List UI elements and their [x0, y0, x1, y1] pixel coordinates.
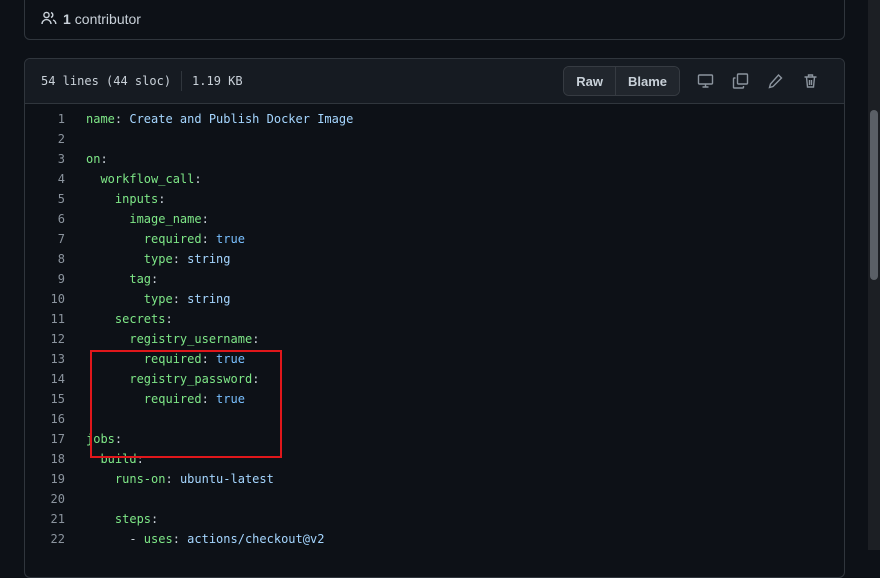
trash-icon[interactable] [793, 73, 828, 89]
code-line: 18 build: [25, 449, 844, 469]
line-number[interactable]: 2 [25, 129, 86, 149]
code-line: 10 type: string [25, 289, 844, 309]
file-toolbar [688, 73, 828, 89]
code-line: 4 workflow_call: [25, 169, 844, 189]
line-number[interactable]: 21 [25, 509, 86, 529]
line-content: tag: [129, 272, 159, 286]
contributor-label: contributor [74, 11, 141, 27]
line-content: inputs: [114, 192, 166, 206]
line-content: type: string [143, 252, 231, 266]
line-content: workflow_call: [100, 172, 202, 186]
line-content: required: true [143, 352, 245, 366]
line-number[interactable]: 13 [25, 349, 86, 369]
raw-button[interactable]: Raw [564, 67, 615, 95]
line-content: name: Create and Publish Docker Image [86, 112, 354, 126]
line-number[interactable]: 14 [25, 369, 86, 389]
people-icon [41, 10, 63, 29]
code-line: 19 runs-on: ubuntu-latest [25, 469, 844, 489]
line-number[interactable]: 22 [25, 529, 86, 549]
scrollbar-thumb[interactable] [870, 110, 878, 280]
line-number[interactable]: 18 [25, 449, 86, 469]
code-line: 11 secrets: [25, 309, 844, 329]
desktop-icon[interactable] [688, 73, 723, 89]
code-line: 20 [25, 489, 844, 509]
line-content: secrets: [114, 312, 173, 326]
line-content: required: true [143, 232, 245, 246]
line-number[interactable]: 7 [25, 229, 86, 249]
pencil-icon[interactable] [758, 73, 793, 89]
code-line: 9 tag: [25, 269, 844, 289]
code-line: 13 required: true [25, 349, 844, 369]
line-number[interactable]: 15 [25, 389, 86, 409]
line-number[interactable]: 20 [25, 489, 86, 509]
line-number[interactable]: 11 [25, 309, 86, 329]
blame-button[interactable]: Blame [614, 67, 679, 95]
file-lines-info: 54 lines (44 sloc) [41, 74, 172, 88]
code-line: 6 image_name: [25, 209, 844, 229]
code-line: 14 registry_password: [25, 369, 844, 389]
code-line: 21 steps: [25, 509, 844, 529]
file-header: 54 lines (44 sloc) 1.19 KB Raw Blame [25, 59, 844, 104]
contributors-bar[interactable]: 1 contributor [24, 0, 845, 40]
line-number[interactable]: 3 [25, 149, 86, 169]
line-number[interactable]: 9 [25, 269, 86, 289]
line-content: image_name: [129, 212, 209, 226]
code-area: 1 name: Create and Publish Docker Image 2 3… [25, 104, 844, 549]
code-line: 7 required: true [25, 229, 844, 249]
line-number[interactable]: 8 [25, 249, 86, 269]
line-content: runs-on: ubuntu-latest [114, 472, 274, 486]
line-content: build: [100, 452, 144, 466]
line-number[interactable]: 1 [25, 109, 86, 129]
scrollbar[interactable] [868, 0, 880, 550]
line-content: on: [86, 152, 108, 166]
code-line: 17 jobs: [25, 429, 844, 449]
code-line: 5 inputs: [25, 189, 844, 209]
line-number[interactable]: 4 [25, 169, 86, 189]
line-content: jobs: [86, 432, 123, 446]
file-size: 1.19 KB [192, 74, 243, 88]
code-line: 15 required: true [25, 389, 844, 409]
file-viewer: 54 lines (44 sloc) 1.19 KB Raw Blame 1 n… [24, 58, 845, 578]
code-line: 8 type: string [25, 249, 844, 269]
contributor-count: 1 [63, 11, 71, 27]
line-number[interactable]: 12 [25, 329, 86, 349]
line-content: required: true [143, 392, 245, 406]
line-number[interactable]: 16 [25, 409, 86, 429]
code-line: 12 registry_username: [25, 329, 844, 349]
line-number[interactable]: 17 [25, 429, 86, 449]
divider [181, 71, 183, 91]
line-number[interactable]: 19 [25, 469, 86, 489]
code-line: 16 [25, 409, 844, 429]
code-line: 3 on: [25, 149, 844, 169]
code-line: 2 [25, 129, 844, 149]
line-content: type: string [143, 292, 231, 306]
line-content: registry_password: [129, 372, 260, 386]
view-button-group: Raw Blame [563, 66, 680, 96]
line-number[interactable]: 6 [25, 209, 86, 229]
line-content: registry_username: [129, 332, 260, 346]
line-content: - uses: actions/checkout@v2 [86, 532, 325, 546]
line-number[interactable]: 5 [25, 189, 86, 209]
code-line: 22 - uses: actions/checkout@v2 [25, 529, 844, 549]
code-line: 1 name: Create and Publish Docker Image [25, 109, 844, 129]
copy-icon[interactable] [723, 73, 758, 89]
line-number[interactable]: 10 [25, 289, 86, 309]
line-content: steps: [114, 512, 159, 526]
